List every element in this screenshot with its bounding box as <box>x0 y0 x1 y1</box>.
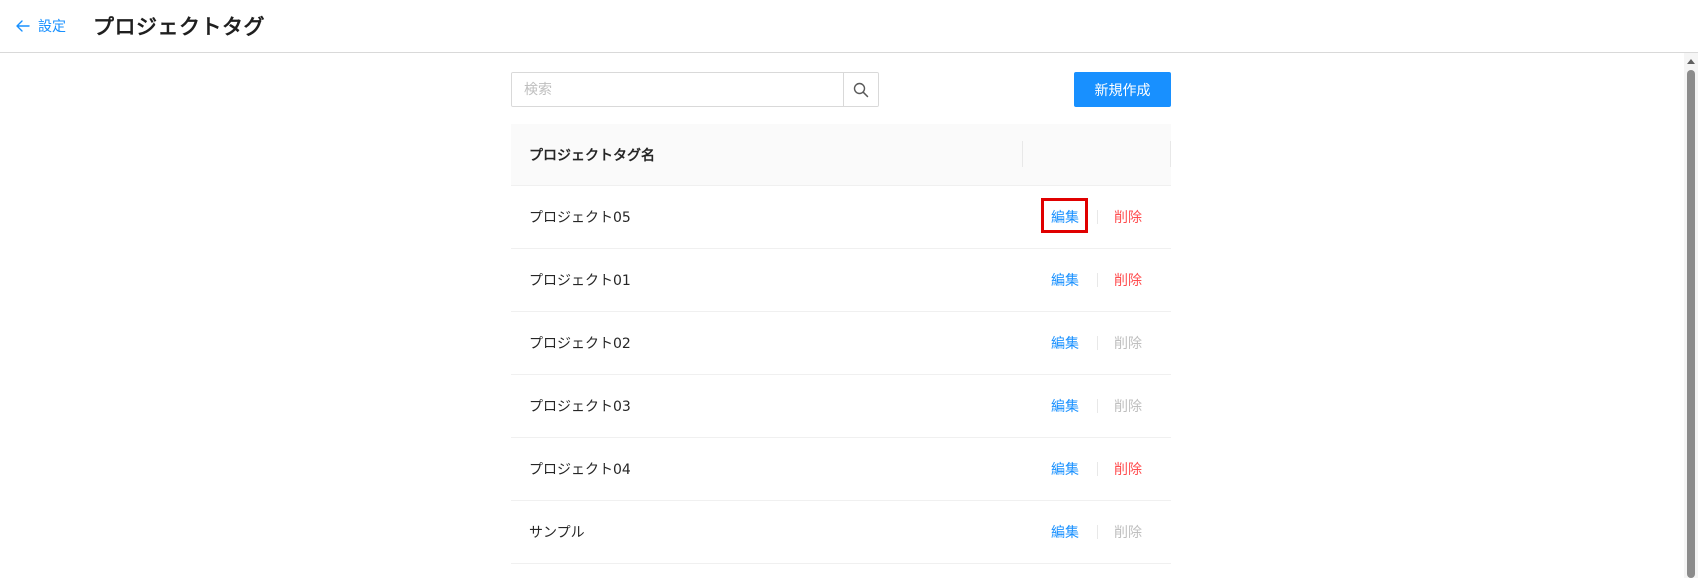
edit-link[interactable]: 編集 <box>1049 270 1081 290</box>
column-header-tag-name: プロジェクトタグ名 <box>529 147 655 164</box>
vertical-scrollbar[interactable] <box>1684 53 1698 578</box>
table-header: プロジェクトタグ名 <box>511 124 1171 186</box>
row-actions: 編集 削除 <box>1049 186 1142 248</box>
table-row: プロジェクト01 編集 削除 <box>511 249 1171 312</box>
delete-link[interactable]: 削除 <box>1114 207 1142 227</box>
tag-name-cell: サンプル <box>529 525 585 541</box>
arrow-left-icon <box>16 20 30 32</box>
row-actions: 編集 削除 <box>1049 438 1142 500</box>
tag-name-cell: プロジェクト04 <box>529 462 631 478</box>
search-button[interactable] <box>843 73 878 106</box>
row-actions: 編集 削除 <box>1049 501 1142 563</box>
action-divider <box>1097 525 1098 539</box>
tag-name-cell: プロジェクト05 <box>529 210 631 226</box>
search-box <box>511 72 879 107</box>
action-divider <box>1097 273 1098 287</box>
edit-link[interactable]: 編集 <box>1049 522 1081 542</box>
table-row: プロジェクト04 編集 削除 <box>511 438 1171 501</box>
search-input[interactable] <box>512 73 843 106</box>
edit-link[interactable]: 編集 <box>1049 207 1081 227</box>
delete-link: 削除 <box>1114 336 1142 352</box>
row-actions: 編集 削除 <box>1049 312 1142 374</box>
column-divider <box>1022 141 1023 167</box>
page-title: プロジェクトタグ <box>93 15 265 39</box>
action-divider <box>1097 336 1098 350</box>
tag-name-cell: プロジェクト03 <box>529 399 631 415</box>
action-divider <box>1097 462 1098 476</box>
back-to-settings-link[interactable]: 設定 <box>16 16 66 36</box>
toolbar: 新規作成 <box>511 72 1171 107</box>
table-row: プロジェクト03 編集 削除 <box>511 375 1171 438</box>
row-actions: 編集 削除 <box>1049 375 1142 437</box>
table-row: サンプル 編集 削除 <box>511 501 1171 564</box>
scroll-up-arrow-icon[interactable] <box>1687 59 1695 64</box>
back-label: 設定 <box>38 19 66 35</box>
edit-link[interactable]: 編集 <box>1049 396 1081 416</box>
table-body: プロジェクト05 編集 削除 プロジェクト01 編集 削除 プロジェクト02 編集 削除 プロジェ… <box>511 186 1171 564</box>
delete-link[interactable]: 削除 <box>1114 459 1142 479</box>
action-divider <box>1097 210 1098 224</box>
main-content: 新規作成 プロジェクトタグ名 プロジェクト05編集削除プロジェクト01編集削除プ… <box>511 72 1171 564</box>
edit-link[interactable]: 編集 <box>1049 333 1081 353</box>
search-icon <box>853 82 869 97</box>
delete-link: 削除 <box>1114 399 1142 415</box>
column-divider <box>1170 141 1171 167</box>
action-divider <box>1097 399 1098 413</box>
delete-link: 削除 <box>1114 525 1142 541</box>
page-header: 設定 プロジェクトタグ <box>0 0 1698 53</box>
tag-name-cell: プロジェクト02 <box>529 336 631 352</box>
row-actions: 編集 削除 <box>1049 249 1142 311</box>
scrollbar-thumb[interactable] <box>1687 70 1695 578</box>
table-row: プロジェクト05 編集 削除 <box>511 186 1171 249</box>
edit-link[interactable]: 編集 <box>1049 459 1081 479</box>
delete-link[interactable]: 削除 <box>1114 270 1142 290</box>
tag-name-cell: プロジェクト01 <box>529 273 631 289</box>
tag-table: プロジェクトタグ名 プロジェクト05 編集 削除 プロジェクト01 編集 削除 プロジェクト… <box>511 124 1171 564</box>
new-create-button[interactable]: 新規作成 <box>1074 72 1171 107</box>
table-row: プロジェクト02 編集 削除 <box>511 312 1171 375</box>
